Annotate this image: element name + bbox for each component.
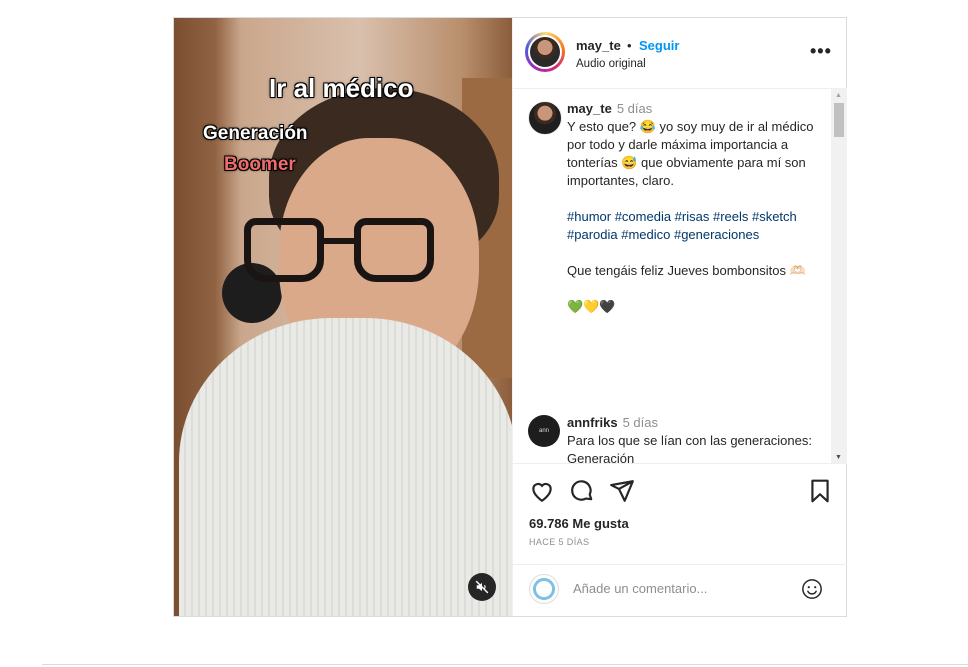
hashtags[interactable]: #humor #comedia #risas #reels #sketch #p… [567, 208, 817, 244]
post-sidebar: may_te • Seguir Audio original ••• may_t… [512, 18, 847, 616]
separator-dot: • [627, 38, 632, 53]
audio-label-link[interactable]: Audio original [576, 58, 646, 70]
mute-toggle-button[interactable] [468, 573, 496, 601]
comment-avatar[interactable] [528, 101, 562, 135]
comments-list[interactable]: may_te 5 días Y esto que? 😂 yo soy muy de… [513, 89, 847, 464]
video-caption-title: Ir al médico [269, 73, 414, 103]
comment-input[interactable]: Añade un comentario... [573, 581, 707, 596]
video-caption-line2: Generación [203, 123, 308, 144]
scroll-up-arrow-icon[interactable]: ▲ [835, 92, 842, 99]
comments-scrollbar[interactable]: ▲ ▼ [831, 89, 847, 463]
video-caption-line3: Boomer [224, 154, 296, 175]
comment-text-2: Que tengáis feliz Jueves bombonsitos 🫶🏻 [567, 263, 806, 278]
scrollbar-thumb[interactable] [834, 103, 844, 137]
post-timestamp[interactable]: HACE 5 DÍAS [529, 537, 589, 547]
add-comment-bar: Añade un comentario... [513, 564, 847, 616]
bookmark-icon[interactable] [807, 478, 833, 504]
post-actions: 69.786 Me gusta HACE 5 DÍAS Añade un com… [513, 464, 847, 616]
comment-icon[interactable] [569, 478, 595, 504]
share-icon[interactable] [609, 478, 635, 504]
comment-time[interactable]: 5 días [617, 101, 652, 116]
author-avatar[interactable] [525, 32, 565, 72]
scroll-down-arrow-icon[interactable]: ▼ [835, 454, 842, 461]
likes-count[interactable]: 69.786 Me gusta [529, 516, 629, 531]
video-person-shirt [179, 318, 512, 616]
instagram-post-embed: Ir al médico Generación Boomer may_te • … [173, 17, 847, 617]
video-person-glasses [244, 218, 444, 288]
comment-avatar[interactable]: ann [528, 415, 560, 447]
emoji-icon[interactable] [801, 578, 823, 600]
post-header: may_te • Seguir Audio original ••• [513, 18, 847, 89]
hearts-emoji: 💚💛🖤 [567, 299, 616, 314]
page-divider [42, 664, 968, 665]
comment-text: Y esto que? 😂 yo soy muy de ir al médico… [567, 119, 814, 188]
author-username-link[interactable]: may_te [576, 38, 621, 53]
comment-username[interactable]: annfriks [567, 415, 618, 430]
video-player[interactable]: Ir al médico Generación Boomer [174, 18, 512, 616]
more-options-icon[interactable]: ••• [810, 41, 832, 62]
muted-speaker-icon [475, 580, 489, 594]
caption-comment: may_te 5 días Y esto que? 😂 yo soy muy de… [567, 100, 817, 334]
comment-text: Para los que se lían con las generacione… [567, 433, 812, 464]
follow-button[interactable]: Seguir [639, 38, 679, 53]
heart-icon[interactable] [529, 478, 555, 504]
comment-time[interactable]: 5 días [623, 415, 658, 430]
comment-username[interactable]: may_te [567, 101, 612, 116]
viewer-avatar [529, 574, 559, 604]
list-item: annfriks 5 días Para los que se lían con … [567, 414, 817, 464]
